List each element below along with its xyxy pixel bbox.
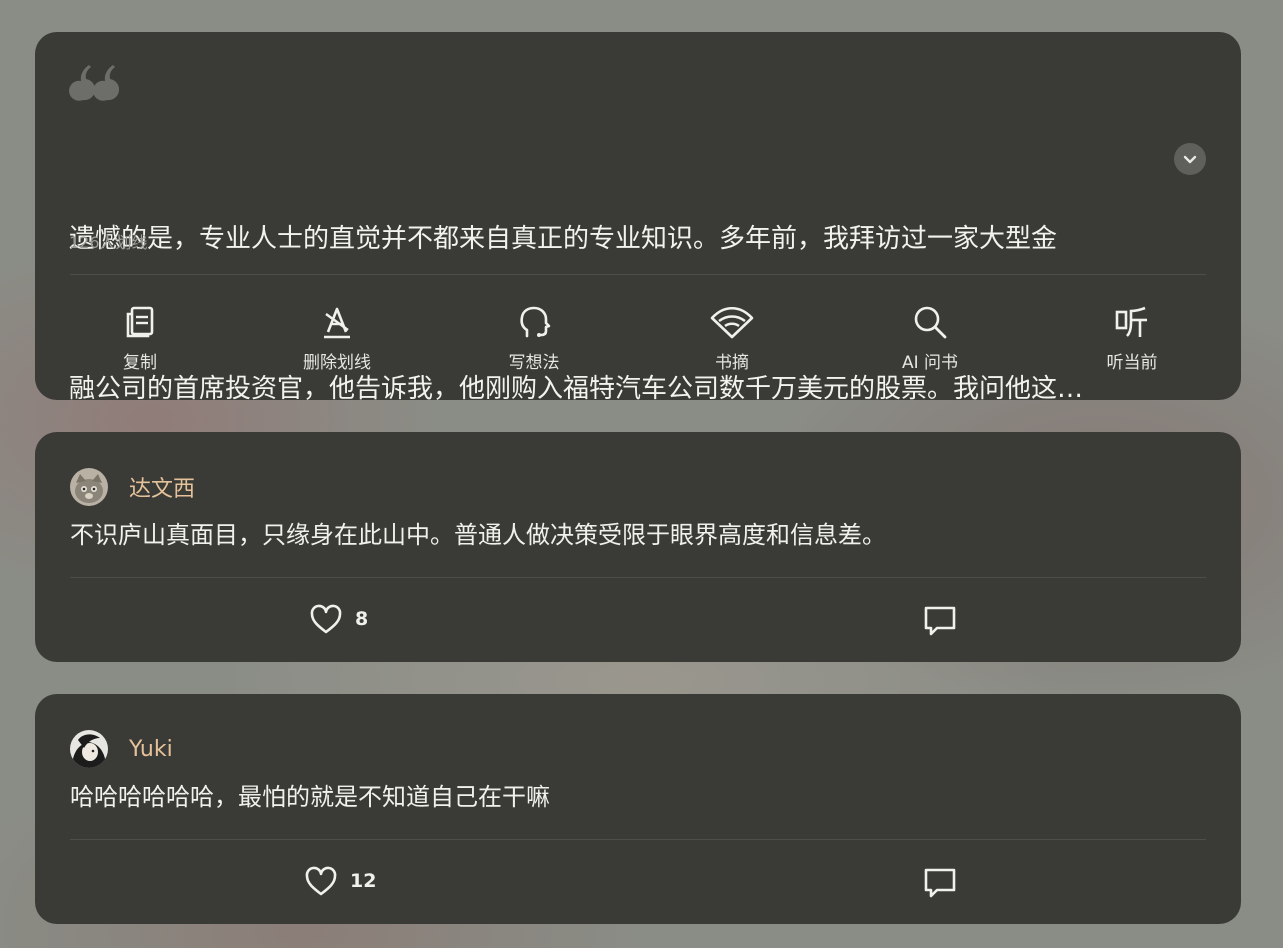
quote-card: 遗憾的是，专业人士的直觉并不都来自真正的专业知识。多年前，我拜访过一家大型金 融… <box>35 32 1241 404</box>
cat-avatar[interactable] <box>70 468 108 506</box>
heart-icon <box>310 604 342 634</box>
action-label: 复制 <box>123 353 157 373</box>
expand-button[interactable] <box>1174 143 1206 175</box>
action-label: 删除划线 <box>303 353 371 373</box>
excerpt-button[interactable]: 书摘 <box>662 304 802 373</box>
like-count: 12 <box>350 870 377 892</box>
delete-underline-button[interactable]: 删除划线 <box>267 304 407 373</box>
quote-line: 融公司的首席投资官，他告诉我，他刚购入福特汽车公司数千万美元的股票。我问他这… <box>69 374 1084 404</box>
divider <box>70 577 1206 578</box>
comment-bubble-icon <box>924 606 956 636</box>
search-icon <box>914 306 947 339</box>
like-button[interactable]: 12 <box>304 866 376 896</box>
listen-current-button[interactable]: 听当前 <box>1062 304 1202 373</box>
username[interactable]: 达文西 <box>129 471 195 503</box>
divider <box>70 274 1206 275</box>
action-label: AI 问书 <box>901 353 959 373</box>
like-button[interactable]: 8 <box>309 604 368 634</box>
comment-bubble-icon <box>924 868 956 898</box>
heart-icon <box>305 866 337 896</box>
comment-user[interactable]: Yuki <box>70 730 173 768</box>
quote-mark-icon <box>69 65 119 101</box>
comment-user[interactable]: 达文西 <box>70 468 195 506</box>
write-thought-button[interactable]: 写想法 <box>464 304 604 373</box>
excerpt-fan-icon <box>710 306 754 339</box>
action-label: 书摘 <box>715 353 749 373</box>
anime-avatar[interactable] <box>70 730 108 768</box>
listen-icon <box>1115 306 1147 337</box>
comment-text: 哈哈哈哈哈哈，最怕的就是不知道自己在干嘛 <box>70 783 550 811</box>
comment-card: Yuki 哈哈哈哈哈哈，最怕的就是不知道自己在干嘛 12 <box>35 694 1241 924</box>
reply-button[interactable] <box>923 605 957 641</box>
quote-line: 遗憾的是，专业人士的直觉并不都来自真正的专业知识。多年前，我拜访过一家大型金 <box>69 224 1058 254</box>
thought-icon <box>520 306 551 338</box>
username[interactable]: Yuki <box>129 737 173 762</box>
copy-icon <box>126 306 154 338</box>
underline-count: 126人划线 <box>69 233 148 252</box>
comment-card: 达文西 不识庐山真面目，只缘身在此山中。普通人做决策受限于眼界高度和信息差。 8 <box>35 432 1241 662</box>
comment-text: 不识庐山真面目，只缘身在此山中。普通人做决策受限于眼界高度和信息差。 <box>70 521 886 549</box>
action-label: 听当前 <box>1106 353 1158 373</box>
copy-button[interactable]: 复制 <box>70 304 210 373</box>
reply-button[interactable] <box>923 867 957 903</box>
divider <box>70 839 1206 840</box>
like-count: 8 <box>355 608 369 630</box>
chevron-down-icon <box>1183 155 1197 164</box>
action-label: 写想法 <box>508 353 560 373</box>
ai-ask-book-button[interactable]: AI 问书 <box>860 304 1000 373</box>
erase-underline-icon <box>324 307 350 339</box>
